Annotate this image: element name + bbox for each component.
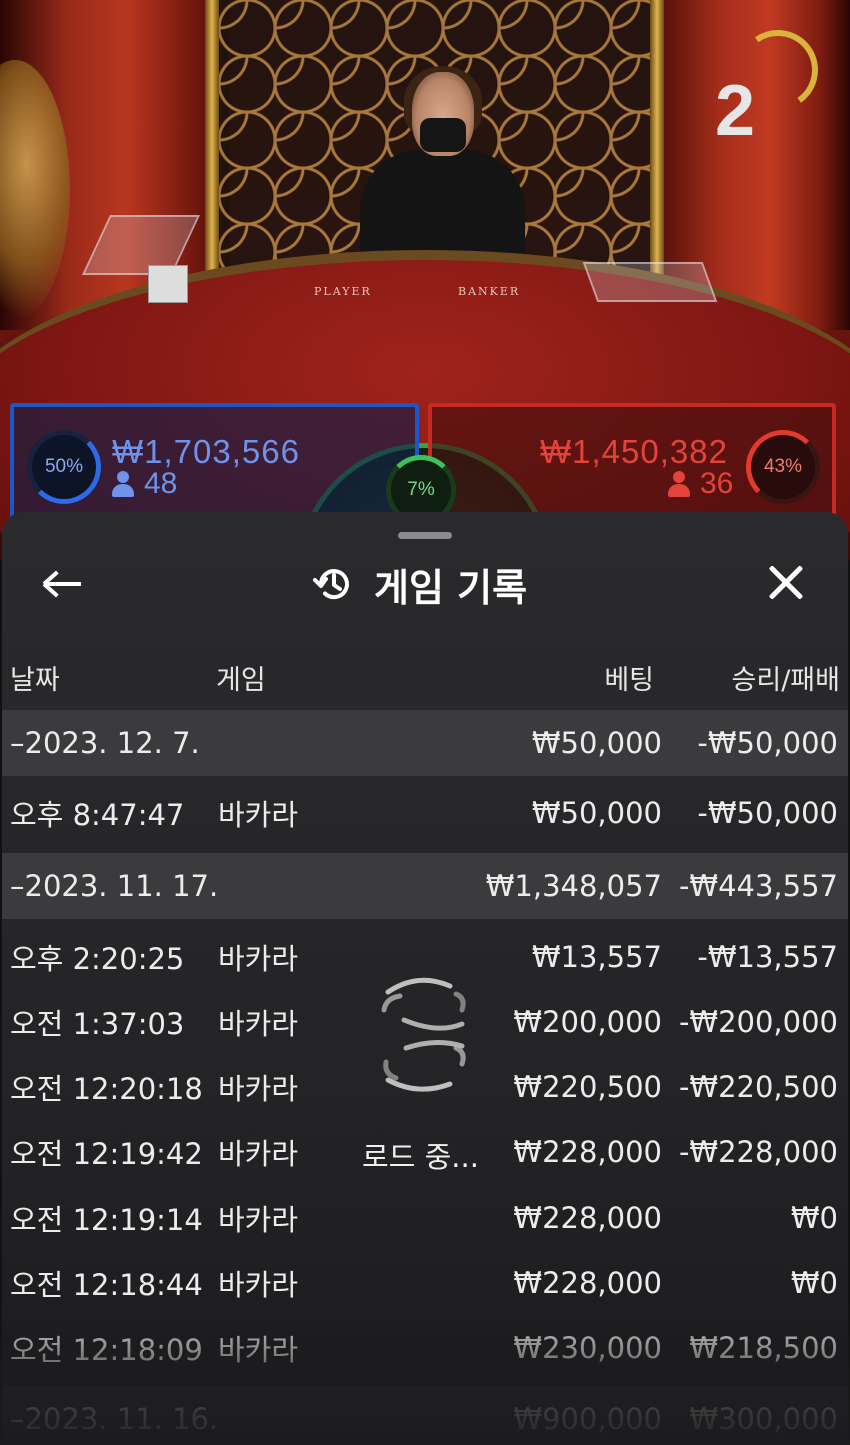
history-row[interactable]: 오전 12:18:44 바카라 ₩228,000 ₩0	[2, 1250, 848, 1316]
drag-handle[interactable]	[398, 532, 452, 539]
column-header-date: 날짜	[10, 665, 60, 696]
player-percent: 50%	[44, 456, 84, 477]
group-bet-total: ₩1,348,057	[485, 869, 662, 903]
row-time: 오후 8:47:47	[10, 798, 185, 832]
date-group-row[interactable]: –2023. 11. 17. ₩1,348,057 -₩443,557	[2, 853, 848, 919]
row-result: -₩200,000	[678, 1005, 838, 1039]
group-date: –2023. 12. 7.	[10, 726, 200, 760]
card-shoe-right	[582, 262, 718, 302]
row-time: 오전 12:19:14	[10, 1203, 203, 1237]
sheet-title: 게임 기록	[374, 565, 528, 610]
column-header-game: 게임	[216, 665, 266, 696]
group-result-total: ₩300,000	[689, 1402, 838, 1436]
row-bet: ₩13,557	[531, 940, 662, 974]
group-bet-total: ₩900,000	[513, 1402, 662, 1436]
row-game: 바카라	[218, 1137, 299, 1171]
row-result: -₩50,000	[697, 796, 838, 830]
group-date: –2023. 11. 17.	[10, 869, 219, 903]
date-group-row[interactable]: –2023. 12. 7. ₩50,000 -₩50,000	[2, 710, 848, 776]
close-icon[interactable]	[766, 562, 806, 602]
row-time: 오전 12:18:09	[10, 1333, 203, 1367]
person-icon	[668, 471, 690, 497]
group-result-total: -₩50,000	[697, 726, 838, 760]
row-result: ₩218,500	[689, 1331, 838, 1365]
history-icon	[313, 569, 349, 600]
row-bet: ₩200,000	[513, 1005, 662, 1039]
history-row[interactable]: 오전 12:19:14 바카라 ₩228,000 ₩0	[2, 1185, 848, 1251]
card-stack	[148, 265, 188, 303]
row-game: 바카라	[218, 942, 299, 976]
banker-count-value: 36	[700, 467, 734, 500]
history-row[interactable]: 오후 8:47:47 바카라 ₩50,000 -₩50,000	[2, 780, 848, 846]
banker-total-amount: ₩1,450,382	[540, 433, 728, 470]
person-icon	[112, 471, 134, 497]
group-result-total: -₩443,557	[678, 869, 838, 903]
countdown-timer: 2	[715, 71, 756, 151]
row-bet: ₩228,000	[513, 1135, 662, 1169]
table-label-banker: BANKER	[458, 285, 521, 298]
banker-percent-ring: 43%	[746, 430, 820, 504]
table-label-player: PLAYER	[314, 285, 372, 298]
player-count: 48	[112, 467, 177, 501]
history-row[interactable]: 오전 12:18:09 바카라 ₩230,000 ₩218,500	[2, 1315, 848, 1381]
column-header-result: 승리/패배	[731, 665, 840, 696]
group-date: –2023. 11. 16.	[10, 1402, 219, 1436]
column-header-bet: 베팅	[604, 665, 654, 696]
row-time: 오전 12:19:42	[10, 1137, 203, 1171]
row-result: ₩0	[790, 1266, 838, 1300]
row-time: 오후 2:20:25	[10, 942, 185, 976]
row-game: 바카라	[218, 1007, 299, 1041]
date-group-row[interactable]: –2023. 11. 16. ₩900,000 ₩300,000	[2, 1386, 848, 1445]
row-time: 오전 12:20:18	[10, 1072, 203, 1106]
back-arrow-icon[interactable]	[45, 582, 81, 586]
loading-text: 로드 중...	[362, 1140, 479, 1174]
player-percent-ring: 50%	[27, 430, 101, 504]
row-game: 바카라	[218, 1203, 299, 1237]
pillar-left	[205, 0, 219, 300]
sheet-header: 게임 기록	[312, 557, 527, 611]
row-bet: ₩50,000	[531, 796, 662, 830]
row-bet: ₩230,000	[513, 1331, 662, 1365]
row-time: 오전 1:37:03	[10, 1007, 185, 1041]
tie-percent: 7%	[407, 479, 435, 500]
row-game: 바카라	[218, 1072, 299, 1106]
banker-percent: 43%	[763, 456, 803, 477]
row-game: 바카라	[218, 1333, 299, 1367]
group-bet-total: ₩50,000	[531, 726, 662, 760]
row-bet: ₩220,500	[513, 1070, 662, 1104]
banker-count: 36	[668, 467, 733, 501]
row-result: -₩228,000	[678, 1135, 838, 1169]
row-bet: ₩228,000	[513, 1266, 662, 1300]
row-result: ₩0	[790, 1201, 838, 1235]
dealer-mask	[420, 118, 466, 152]
pillar-right	[650, 0, 664, 300]
row-bet: ₩228,000	[513, 1201, 662, 1235]
player-count-value: 48	[144, 467, 178, 500]
row-result: -₩220,500	[678, 1070, 838, 1104]
row-game: 바카라	[218, 798, 299, 832]
row-time: 오전 12:18:44	[10, 1268, 203, 1302]
row-game: 바카라	[218, 1268, 299, 1302]
row-result: -₩13,557	[697, 940, 838, 974]
player-total-amount: ₩1,703,566	[112, 433, 300, 470]
spinner-icon	[381, 977, 466, 1092]
